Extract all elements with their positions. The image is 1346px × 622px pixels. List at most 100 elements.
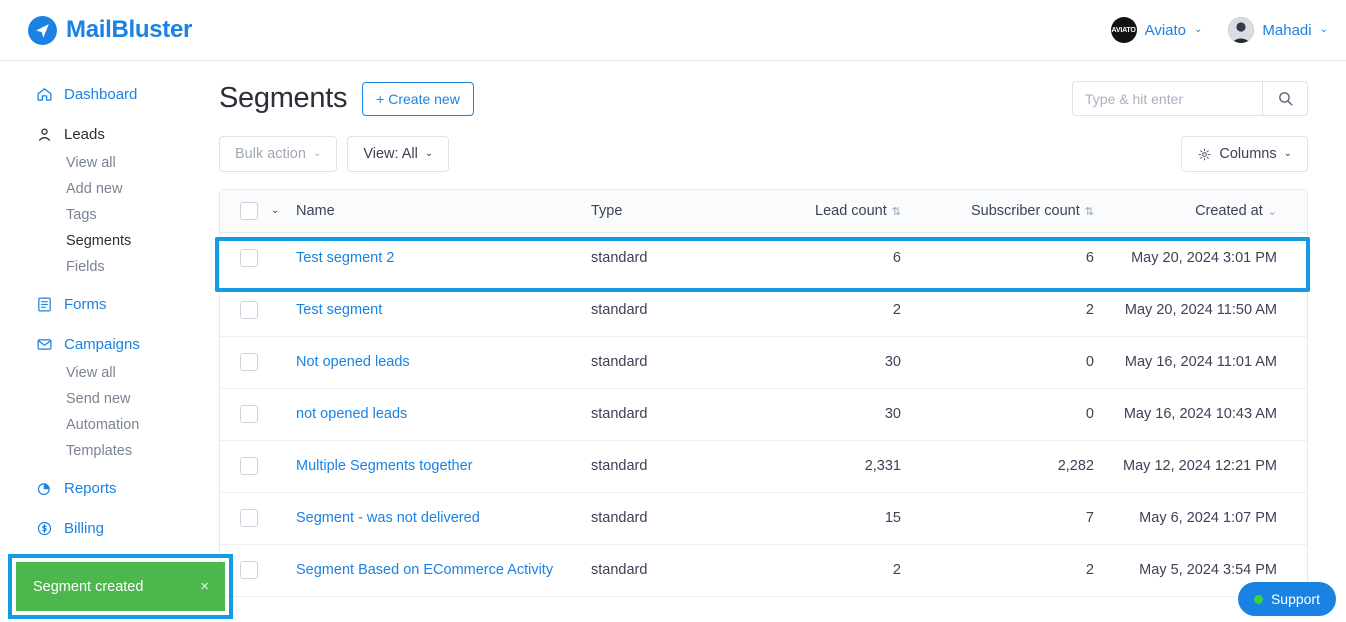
- column-header-subscriber-count[interactable]: Subscriber count ⇅: [919, 190, 1111, 232]
- row-checkbox[interactable]: [240, 353, 258, 371]
- form-icon: [36, 296, 53, 313]
- segment-link[interactable]: Segment Based on ECommerce Activity: [296, 562, 553, 578]
- close-icon[interactable]: ×: [200, 579, 209, 594]
- row-subscriber-count-cell: 2: [919, 544, 1111, 596]
- sidebar-item-billing[interactable]: Billing: [0, 513, 204, 544]
- row-checkbox-cell: [220, 492, 296, 544]
- row-name-cell: Test segment 2: [296, 232, 591, 284]
- envelope-icon: [36, 336, 53, 353]
- sort-desc-icon[interactable]: ⌄: [1268, 206, 1277, 218]
- segment-link[interactable]: Not opened leads: [296, 354, 410, 370]
- table-row[interactable]: •••: [220, 596, 1308, 609]
- segment-link[interactable]: Test segment: [296, 302, 382, 318]
- row-subscriber-count-cell: 6: [919, 232, 1111, 284]
- row-actions-cell: •••: [1289, 492, 1308, 544]
- sidebar-item-leads-segments[interactable]: Segments: [0, 228, 204, 254]
- home-icon: [36, 86, 53, 103]
- toolbar-left: Bulk action ⌄ View: All ⌄: [219, 136, 449, 172]
- row-checkbox[interactable]: [240, 301, 258, 319]
- chevron-down-icon[interactable]: ⌄: [271, 205, 279, 216]
- table-row[interactable]: Multiple Segments together standard 2,33…: [220, 440, 1308, 492]
- row-type-cell: [591, 596, 759, 609]
- bulk-action-label: Bulk action: [235, 146, 306, 162]
- row-checkbox[interactable]: [240, 405, 258, 423]
- sidebar-item-leads-add-new[interactable]: Add new: [0, 176, 204, 202]
- segment-link[interactable]: Segment - was not delivered: [296, 510, 480, 526]
- column-header-subscriber-count-label: Subscriber count: [971, 203, 1080, 219]
- row-checkbox-cell: [220, 388, 296, 440]
- search-button[interactable]: [1262, 81, 1308, 116]
- row-type-cell: standard: [591, 492, 759, 544]
- row-actions-cell: •••: [1289, 440, 1308, 492]
- segments-table: ⌄ Name Type Lead count⇅ Subscriber count…: [220, 190, 1308, 609]
- create-new-button[interactable]: + Create new: [362, 82, 474, 116]
- row-subscriber-count-cell: 7: [919, 492, 1111, 544]
- sidebar-item-label: Campaigns: [64, 336, 140, 353]
- table-row[interactable]: Segment Based on ECommerce Activity stan…: [220, 544, 1308, 596]
- row-subscriber-count-cell: 2: [919, 284, 1111, 336]
- column-header-created-at[interactable]: Created at⌄: [1111, 190, 1289, 232]
- sidebar-item-campaigns-templates[interactable]: Templates: [0, 438, 204, 464]
- row-type-cell: standard: [591, 232, 759, 284]
- row-subscriber-count-cell: 0: [919, 388, 1111, 440]
- user-icon: [36, 126, 53, 143]
- account-menu-aviato[interactable]: AVIATO Aviato ⌄: [1111, 17, 1203, 43]
- support-button[interactable]: Support: [1238, 582, 1336, 616]
- row-name-cell: [296, 596, 591, 609]
- sidebar-item-forms[interactable]: Forms: [0, 289, 204, 320]
- sidebar-item-campaigns-send-new[interactable]: Send new: [0, 386, 204, 412]
- sidebar-item-campaigns-automation[interactable]: Automation: [0, 412, 204, 438]
- segment-link[interactable]: not opened leads: [296, 406, 407, 422]
- row-subscriber-count-cell: 2,282: [919, 440, 1111, 492]
- search-input[interactable]: [1072, 81, 1262, 116]
- segment-link[interactable]: Multiple Segments together: [296, 458, 473, 474]
- row-checkbox-cell: [220, 232, 296, 284]
- sidebar-item-leads[interactable]: Leads: [0, 119, 204, 150]
- sidebar-item-campaigns[interactable]: Campaigns: [0, 329, 204, 360]
- sidebar-item-leads-view-all[interactable]: View all: [0, 150, 204, 176]
- column-header-type[interactable]: Type: [591, 190, 759, 232]
- sort-icon[interactable]: ⇅: [1085, 206, 1094, 218]
- row-checkbox[interactable]: [240, 561, 258, 579]
- table-row[interactable]: Test segment 2 standard 6 6 May 20, 2024…: [220, 232, 1308, 284]
- toast-notification: Segment created ×: [16, 562, 225, 611]
- row-checkbox[interactable]: [240, 509, 258, 527]
- pie-chart-icon: [36, 480, 53, 497]
- table-row[interactable]: Not opened leads standard 30 0 May 16, 2…: [220, 336, 1308, 388]
- brand-logo-area[interactable]: MailBluster: [28, 16, 192, 45]
- sidebar-item-leads-tags[interactable]: Tags: [0, 202, 204, 228]
- sidebar-item-leads-fields[interactable]: Fields: [0, 254, 204, 280]
- view-filter-label: View: All: [363, 146, 418, 162]
- row-actions-cell: •••: [1289, 388, 1308, 440]
- sidebar-item-campaigns-view-all[interactable]: View all: [0, 360, 204, 386]
- table-row[interactable]: Test segment standard 2 2 May 20, 2024 1…: [220, 284, 1308, 336]
- row-name-cell: Segment - was not delivered: [296, 492, 591, 544]
- user-menu-mahadi[interactable]: Mahadi ⌄: [1228, 17, 1328, 43]
- column-header-name[interactable]: Name: [296, 190, 591, 232]
- table-body: Test segment 2 standard 6 6 May 20, 2024…: [220, 232, 1308, 609]
- row-lead-count-cell: 15: [759, 492, 919, 544]
- table-row[interactable]: Segment - was not delivered standard 15 …: [220, 492, 1308, 544]
- row-checkbox[interactable]: [240, 249, 258, 267]
- row-type-cell: standard: [591, 544, 759, 596]
- row-name-cell: Multiple Segments together: [296, 440, 591, 492]
- select-all-checkbox[interactable]: [240, 202, 258, 220]
- sidebar-item-dashboard[interactable]: Dashboard: [0, 79, 204, 110]
- row-checkbox[interactable]: [240, 457, 258, 475]
- row-created-at-cell: May 16, 2024 10:43 AM: [1111, 388, 1289, 440]
- select-all-header: ⌄: [220, 190, 296, 232]
- column-header-lead-count[interactable]: Lead count⇅: [759, 190, 919, 232]
- support-label: Support: [1271, 591, 1320, 607]
- chevron-down-icon: ⌄: [1194, 25, 1202, 35]
- table-row[interactable]: not opened leads standard 30 0 May 16, 2…: [220, 388, 1308, 440]
- columns-dropdown[interactable]: Columns ⌄: [1181, 136, 1308, 172]
- sidebar-item-reports[interactable]: Reports: [0, 473, 204, 504]
- row-created-at-cell: May 6, 2024 1:07 PM: [1111, 492, 1289, 544]
- account-avatar-text: AVIATO: [1112, 27, 1136, 34]
- segment-link[interactable]: Test segment 2: [296, 250, 394, 266]
- row-actions-cell: •••: [1289, 336, 1308, 388]
- view-filter-dropdown[interactable]: View: All ⌄: [347, 136, 449, 172]
- bulk-action-dropdown[interactable]: Bulk action ⌄: [219, 136, 337, 172]
- sidebar-item-label: Forms: [64, 296, 107, 313]
- sort-icon[interactable]: ⇅: [892, 206, 901, 218]
